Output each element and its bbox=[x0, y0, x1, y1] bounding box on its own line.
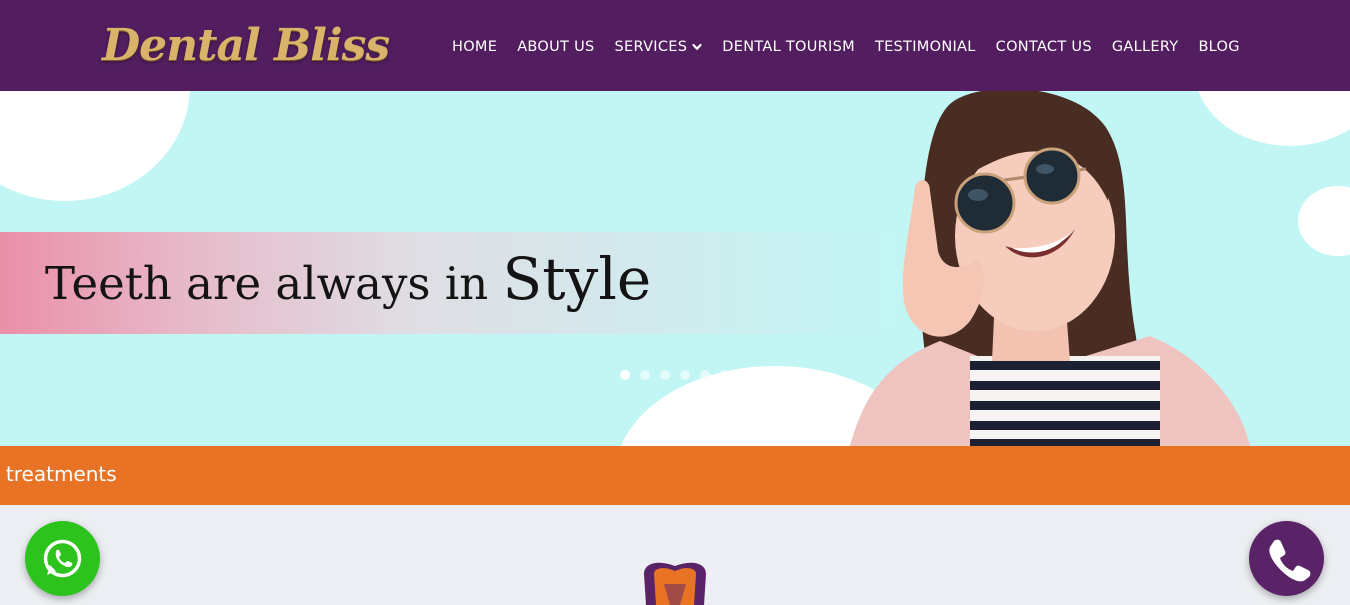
marquee-text: l treatments bbox=[0, 462, 117, 486]
nav-about-us-label: ABOUT US bbox=[517, 39, 595, 55]
slider-dot-1[interactable] bbox=[620, 370, 630, 380]
slider-dot-3[interactable] bbox=[660, 370, 670, 380]
nav-gallery[interactable]: GALLERY bbox=[1112, 39, 1179, 55]
chevron-down-icon bbox=[692, 43, 702, 50]
decor-bubble bbox=[0, 91, 190, 201]
hero-headline-part1: Teeth are always in bbox=[45, 257, 489, 310]
whatsapp-button[interactable] bbox=[25, 521, 100, 596]
nav-about-us[interactable]: ABOUT US bbox=[517, 39, 594, 55]
slider-dot-2[interactable] bbox=[640, 370, 650, 380]
call-button[interactable] bbox=[1249, 521, 1324, 596]
nav-services-label: SERVICES bbox=[614, 39, 688, 55]
hero-slider[interactable]: Teeth are always in Style bbox=[0, 91, 1350, 446]
site-header: Dental Bliss HOME ABOUT US SERVICES DENT… bbox=[0, 0, 1350, 91]
phone-icon bbox=[1269, 539, 1311, 582]
logo[interactable]: Dental Bliss bbox=[102, 18, 390, 74]
slider-dot-6[interactable] bbox=[720, 370, 730, 380]
announcement-strip: l treatments bbox=[0, 446, 1350, 505]
nav-blog[interactable]: BLOG bbox=[1198, 39, 1239, 55]
nav-testimonial[interactable]: TESTIMONIAL bbox=[875, 39, 976, 55]
slider-dot-4[interactable] bbox=[680, 370, 690, 380]
hero-headline-part2: Style bbox=[502, 245, 652, 313]
nav-home[interactable]: HOME bbox=[452, 39, 497, 55]
decor-bubble bbox=[1298, 186, 1350, 256]
nav-services[interactable]: SERVICES bbox=[615, 39, 703, 55]
slider-dot-5[interactable] bbox=[700, 370, 710, 380]
nav-blog-label: BLOG bbox=[1198, 39, 1240, 55]
nav-dental-tourism[interactable]: DENTAL TOURISM bbox=[722, 39, 855, 55]
nav-gallery-label: GALLERY bbox=[1111, 39, 1179, 55]
nav-dental-tourism-label: DENTAL TOURISM bbox=[722, 39, 855, 55]
main-nav: HOME ABOUT US SERVICES DENTAL TOURISM TE… bbox=[452, 36, 1240, 58]
slider-dots bbox=[620, 370, 740, 380]
nav-contact-us[interactable]: CONTACT US bbox=[996, 39, 1092, 55]
nav-testimonial-label: TESTIMONIAL bbox=[874, 39, 976, 55]
nav-home-label: HOME bbox=[452, 39, 498, 55]
tooth-logo-icon bbox=[644, 562, 706, 605]
hero-headline: Teeth are always in Style bbox=[45, 245, 651, 313]
nav-contact-us-label: CONTACT US bbox=[995, 39, 1092, 55]
whatsapp-icon bbox=[43, 539, 82, 578]
